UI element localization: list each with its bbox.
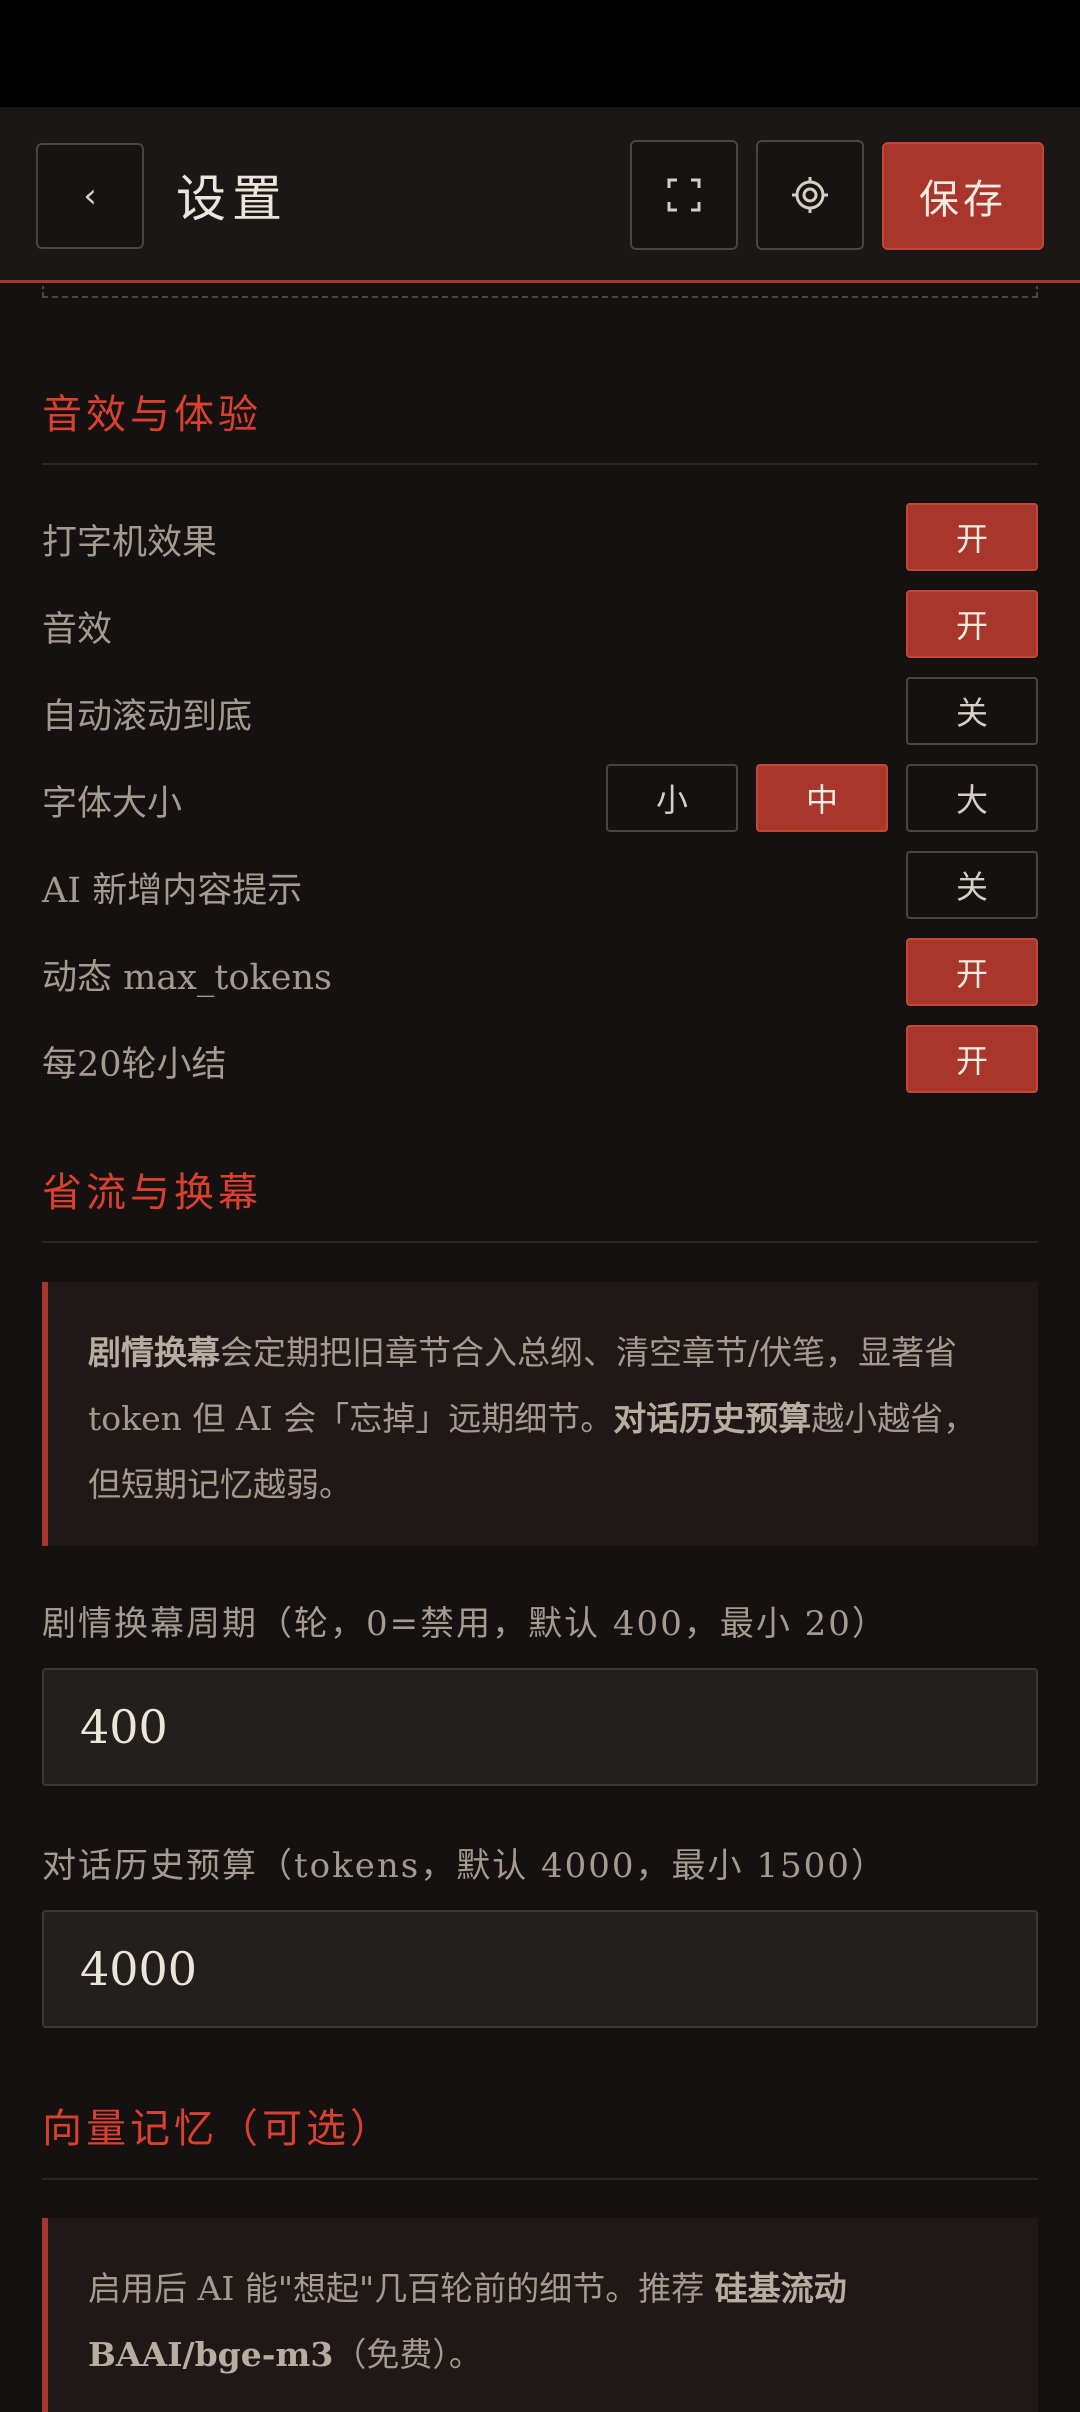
divider (42, 463, 1038, 465)
ai-hint-label: AI 新增内容提示 (42, 871, 303, 911)
sound-toggle[interactable]: 开 (906, 590, 1038, 658)
app-bar: ‹ 设置 保存 (0, 107, 1080, 283)
vector-info-box: 启用后 AI 能"想起"几百轮前的细节。推荐 硅基流动 BAAI/bge-m3（… (42, 2218, 1038, 2412)
autoscroll-label: 自动滚动到底 (42, 697, 253, 737)
budget-field-label: 对话历史预算（tokens，默认 4000，最小 1500） (42, 1846, 887, 1886)
section-title-saving: 省流与换幕 (42, 1170, 262, 1216)
typewriter-label: 打字机效果 (42, 523, 218, 563)
settings-button[interactable] (756, 140, 864, 250)
save-button[interactable]: 保存 (882, 142, 1044, 250)
summary20-label: 每20轮小结 (42, 1045, 227, 1085)
status-bar (0, 0, 1080, 107)
settings-content[interactable]: 音效与体验 打字机效果 开 音效 开 自动滚动到底 关 字体大小 小 中 大 A… (0, 286, 1080, 2412)
fullscreen-button[interactable] (630, 140, 738, 250)
fontsize-medium-button[interactable]: 中 (756, 764, 888, 832)
dashed-panel-edge (42, 286, 1038, 298)
fontsize-label: 字体大小 (42, 784, 183, 824)
summary20-toggle[interactable]: 开 (906, 1025, 1038, 1093)
budget-input[interactable]: 4000 (42, 1910, 1038, 2028)
gear-icon (792, 177, 828, 213)
cycle-field-label: 剧情换幕周期（轮，0=禁用，默认 400，最小 20） (42, 1604, 888, 1644)
chevron-left-icon: ‹ (83, 176, 97, 216)
dynamic-tokens-label: 动态 max_tokens (42, 958, 332, 998)
info-text: （免费）。 (333, 2335, 482, 2374)
divider (42, 2178, 1038, 2180)
cycle-input[interactable]: 400 (42, 1668, 1038, 1786)
info-bold-history-budget: 对话历史预算 (613, 1399, 812, 1438)
ai-hint-toggle[interactable]: 关 (906, 851, 1038, 919)
saving-info-box: 剧情换幕会定期把旧章节合入总纲、清空章节/伏笔，显著省 token 但 AI 会… (42, 1282, 1038, 1546)
fullscreen-icon (667, 178, 701, 212)
divider (42, 1241, 1038, 1243)
autoscroll-toggle[interactable]: 关 (906, 677, 1038, 745)
back-button[interactable]: ‹ (36, 143, 144, 249)
dynamic-tokens-toggle[interactable]: 开 (906, 938, 1038, 1006)
typewriter-toggle[interactable]: 开 (906, 503, 1038, 571)
info-text: 启用后 AI 能"想起"几百轮前的细节。推荐 (88, 2269, 715, 2308)
page-title: 设置 (176, 170, 288, 228)
section-title-vector: 向量记忆（可选） (42, 2106, 394, 2152)
sound-label: 音效 (42, 610, 113, 650)
section-title-experience: 音效与体验 (42, 392, 262, 438)
fontsize-large-button[interactable]: 大 (906, 764, 1038, 832)
info-bold-scene-change: 剧情换幕 (88, 1333, 220, 1372)
fontsize-small-button[interactable]: 小 (606, 764, 738, 832)
